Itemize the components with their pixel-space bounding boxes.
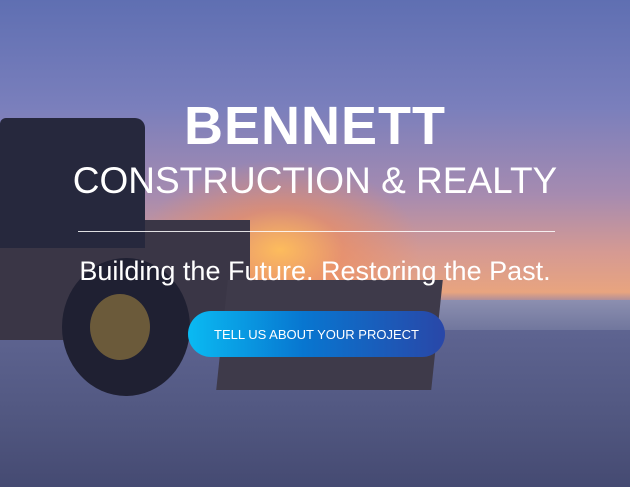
hero-section: BENNETT CONSTRUCTION & REALTY Building t… xyxy=(0,0,630,487)
company-subtitle: CONSTRUCTION & REALTY xyxy=(72,160,558,201)
divider xyxy=(78,231,555,232)
tagline: Building the Future. Restoring the Past. xyxy=(79,256,551,286)
company-title: BENNETT xyxy=(184,96,446,156)
loader-hub-image xyxy=(90,294,150,360)
tell-us-about-project-button[interactable]: TELL US ABOUT YOUR PROJECT xyxy=(188,311,445,357)
